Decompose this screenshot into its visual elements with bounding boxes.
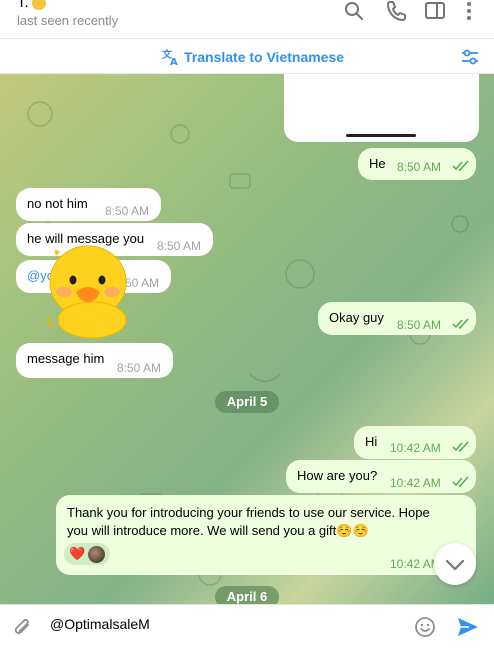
date-separator: April 6 — [215, 586, 279, 604]
message-text: Hi — [365, 434, 378, 449]
message-list[interactable]: He 8:50 AM no not him 8:50 AM he will me… — [0, 74, 494, 604]
message-text: message him — [27, 351, 105, 366]
translate-button[interactable]: 文 A Translate to Vietnamese — [162, 48, 344, 66]
read-ticks-icon — [452, 476, 469, 488]
message-text: He — [369, 156, 386, 171]
message-bubble-outgoing[interactable]: Okay guy 8:50 AM — [318, 302, 476, 335]
svg-text:A: A — [170, 57, 178, 66]
translate-icon: 文 A — [162, 48, 178, 66]
reactor-avatar — [88, 545, 106, 563]
translate-bar: 文 A Translate to Vietnamese — [0, 38, 494, 74]
message-bubble-incoming[interactable]: message him 8:50 AM — [16, 343, 173, 378]
message-bubble-outgoing[interactable]: Hi 10:42 AM — [354, 426, 476, 459]
duck-sticker[interactable] — [40, 240, 136, 340]
message-time: 10:42 AM — [390, 441, 441, 455]
paperclip-icon[interactable] — [12, 617, 34, 639]
message-text: Okay guy — [329, 310, 384, 325]
message-time: 10:42 AM — [390, 476, 441, 490]
read-ticks-icon — [452, 318, 469, 330]
message-text: How are you? — [297, 468, 378, 483]
message-bubble-outgoing[interactable]: Thank you for introducing your friends t… — [56, 495, 476, 575]
heart-reaction-icon: ❤️ — [69, 546, 86, 561]
chat-title-text: T. — [17, 0, 29, 11]
message-time: 8:50 AM — [157, 239, 202, 253]
chevron-down-icon — [445, 559, 465, 571]
message-bubble-outgoing[interactable]: How are you? 10:42 AM — [286, 460, 476, 493]
reaction-chip[interactable]: ❤️ — [64, 543, 110, 565]
read-ticks-icon — [452, 441, 469, 453]
phone-icon[interactable] — [385, 0, 407, 22]
smiley-icon[interactable] — [414, 616, 436, 638]
translate-label: Translate to Vietnamese — [184, 49, 345, 65]
chat-status: last seen recently — [17, 13, 119, 28]
message-composer — [0, 604, 494, 649]
sliders-icon[interactable] — [460, 47, 480, 67]
message-bubble-incoming[interactable]: no not him 8:50 AM — [16, 188, 161, 221]
message-bubble-outgoing[interactable]: He 8:50 AM — [358, 148, 476, 180]
image-bottom-bar — [346, 134, 416, 137]
message-text: no not him — [27, 196, 88, 211]
message-time: 8:50 AM — [117, 361, 162, 375]
sun-face-emoji-icon — [31, 0, 46, 10]
chat-title[interactable]: T. — [17, 0, 46, 11]
message-text-line-1: Thank you for introducing your friends t… — [67, 505, 430, 520]
chat-header: T. last seen recently — [0, 0, 494, 38]
image-message-preview[interactable] — [284, 74, 479, 142]
sidebar-toggle-icon[interactable] — [424, 0, 446, 22]
message-time: 8:50 AM — [397, 318, 442, 332]
date-separator: April 5 — [215, 391, 279, 413]
message-time: 8:50 AM — [105, 204, 150, 218]
scroll-to-bottom-button[interactable] — [434, 543, 476, 585]
read-ticks-icon — [452, 160, 469, 172]
message-text-line-2: you will introduce more. We will send yo… — [67, 523, 369, 538]
search-icon[interactable] — [343, 0, 365, 22]
send-icon[interactable] — [456, 616, 480, 638]
more-vertical-icon[interactable] — [458, 0, 480, 22]
message-time: 8:50 AM — [397, 160, 442, 174]
message-input[interactable] — [50, 616, 400, 632]
